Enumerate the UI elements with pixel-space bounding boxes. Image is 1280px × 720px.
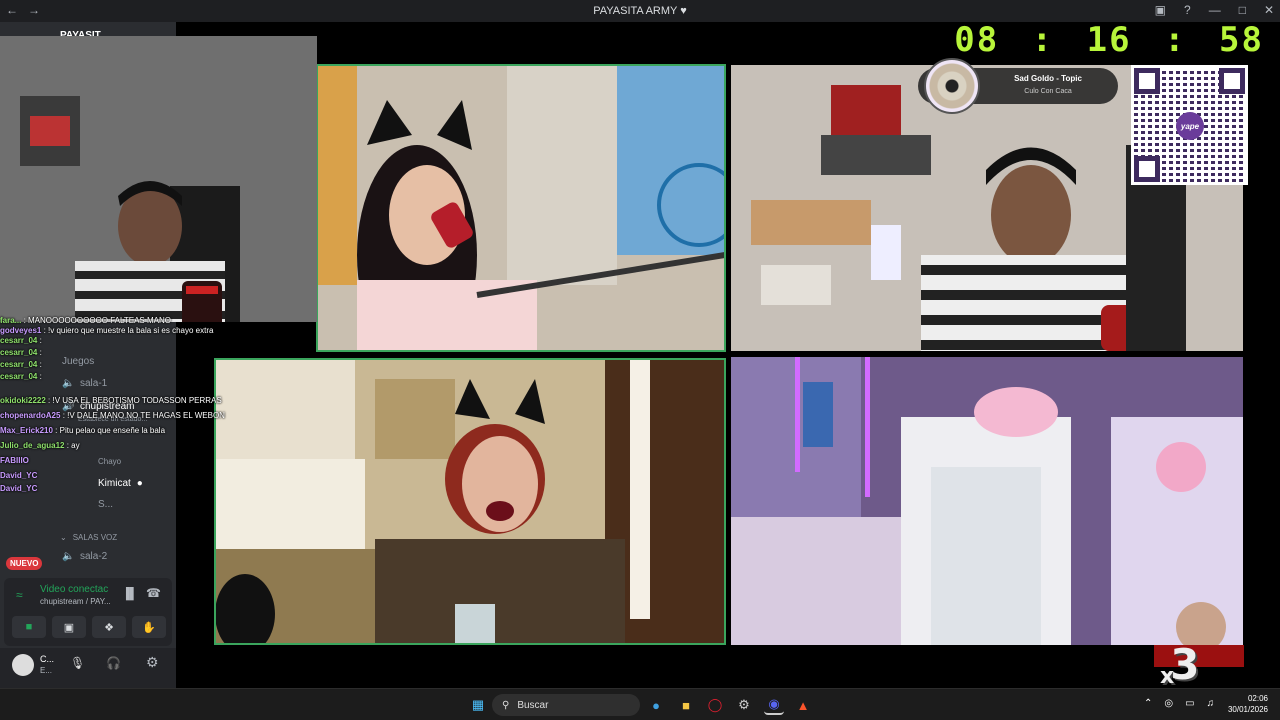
windows-start-icon[interactable]: ▦ (468, 695, 488, 715)
discord-app-icon[interactable]: ◉ (764, 695, 784, 715)
maximize-button[interactable]: □ (1239, 3, 1246, 17)
voice-connection-panel: ≈ Video conectac chupistream / PAY... ▐▌… (4, 578, 172, 646)
chat-overlay: fara... : MANOOOOOOOOOO FALTEAS MANO god… (0, 316, 300, 494)
close-button[interactable]: ✕ (1264, 3, 1274, 17)
chat-message: cesarr_04 : (0, 360, 42, 369)
avatar[interactable] (12, 654, 34, 676)
chat-message: cesarr_04 : (0, 348, 42, 357)
multiplier-badge: x3 (1160, 640, 1199, 689)
video-tile-top-left[interactable] (316, 64, 726, 352)
title-bar: ← → PAYASITA ARMY ♥ ▣ ? — □ ✕ (0, 0, 1280, 22)
chat-message: FABIIIO (0, 456, 29, 465)
system-date: 30/01/2026 (1227, 705, 1268, 714)
chat-message: David_YC (0, 484, 38, 493)
minimize-button[interactable]: — (1209, 3, 1221, 17)
screen-share-button[interactable]: ▣ (52, 616, 86, 638)
disconnect-icon[interactable]: ☎ (146, 586, 161, 600)
chat-message: cesarr_04 : (0, 336, 42, 345)
chat-message: cesarr_04 : (0, 372, 42, 381)
window-controls: ▣ ? — □ ✕ (1155, 3, 1274, 17)
edge-browser-icon[interactable]: ● (646, 695, 666, 715)
soundboard-button[interactable]: ✋ (132, 616, 166, 638)
user-panel: C... E... 🎙 🎧 ⚙ (0, 648, 176, 688)
help-icon[interactable]: ? (1184, 3, 1191, 17)
new-badge[interactable]: NUEVO (6, 557, 43, 570)
chevron-up-icon[interactable]: ⌃ (1144, 698, 1152, 709)
username: C... (40, 654, 55, 664)
voice-channel[interactable]: chupistream / PAY... (40, 597, 111, 606)
brave-browser-icon[interactable]: ▲ (793, 695, 813, 715)
file-explorer-icon[interactable]: ■ (676, 695, 696, 715)
microphone-tray-icon[interactable]: ◎ (1164, 698, 1173, 709)
clock-area[interactable]: 02:06 30/01/2026 (1228, 693, 1268, 715)
signal-icon: ≈ (16, 588, 23, 602)
microphone-icon[interactable]: 🎙 (70, 656, 85, 670)
activities-button[interactable]: ❖ (92, 616, 126, 638)
network-icon[interactable]: ▭ (1185, 698, 1194, 709)
song-artist: Culo Con Caca (1024, 88, 1072, 95)
chat-message: David_YC (0, 471, 38, 480)
chat-message: godveyes1 : !v quiero que muestre la bal… (0, 326, 214, 335)
video-stream-image (731, 357, 1243, 645)
system-time: 02:06 (1247, 694, 1268, 703)
search-icon: ⚲ (502, 699, 510, 711)
self-camera-image (0, 36, 317, 331)
taskbar-search[interactable]: ⚲ Buscar (492, 694, 640, 716)
chat-message: Julio_de_agua12 : ay (0, 441, 80, 450)
chat-message: chopenardoA25 : !V DALE MANO NO TE HAGAS… (0, 411, 225, 420)
category-salas-voz[interactable]: ⌄ SALAS VOZ (60, 533, 117, 542)
chat-message: fara... : MANOOOOOOOOOO FALTEAS MANO (0, 316, 171, 325)
volume-icon[interactable]: ♫ (1207, 698, 1215, 709)
video-stream-image (317, 65, 725, 351)
taskbar: ▦ ⚲ Buscar ● ■ ◯ ⚙ ◉ ▲ ⌃ ◎ ▭ ♫ 02:06 30/… (0, 688, 1280, 720)
inbox-icon[interactable]: ▣ (1155, 3, 1166, 17)
headset-icon[interactable]: 🎧 (106, 656, 121, 670)
speaker-icon: 🔈 (62, 551, 75, 562)
chat-message: Max_Erick210 : Pitu pelao que enseñe la … (0, 426, 166, 435)
camera-button[interactable]: ■ (12, 616, 46, 638)
chevron-down-icon: ⌄ (60, 533, 67, 542)
yape-qr-code: yape (1131, 65, 1248, 185)
qr-marker (1134, 156, 1160, 182)
self-camera-overlay (0, 36, 317, 331)
voice-status: Video conectac (40, 584, 109, 595)
qr-marker (1134, 68, 1160, 94)
settings-app-icon[interactable]: ⚙ (734, 695, 754, 715)
settings-gear-icon[interactable]: ⚙ (146, 654, 159, 671)
voice-user-s[interactable]: S... (98, 499, 113, 510)
window-title: PAYASITA ARMY ♥ (593, 5, 687, 17)
opera-icon[interactable]: ◯ (705, 695, 725, 715)
chat-message: okidoki2222 : !V USA EL BEBOTISMO TODASS… (0, 396, 222, 405)
system-tray: ⌃ ◎ ▭ ♫ (1144, 698, 1214, 709)
user-status: E... (40, 666, 53, 675)
video-tile-bottom-right[interactable] (731, 357, 1243, 645)
song-title: Sad Goldo - Topic (1014, 74, 1082, 83)
channel-sala-2[interactable]: 🔈 sala-2 (62, 551, 107, 562)
yape-logo: yape (1176, 112, 1204, 140)
qr-marker (1219, 68, 1245, 94)
album-disc-icon (924, 58, 980, 114)
now-playing-widget: Sad Goldo - Topic Culo Con Caca (918, 58, 1118, 114)
noise-suppression-icon[interactable]: ▐▌ (122, 588, 138, 600)
countdown-timer: 08 : 16 : 58 (954, 20, 1264, 60)
